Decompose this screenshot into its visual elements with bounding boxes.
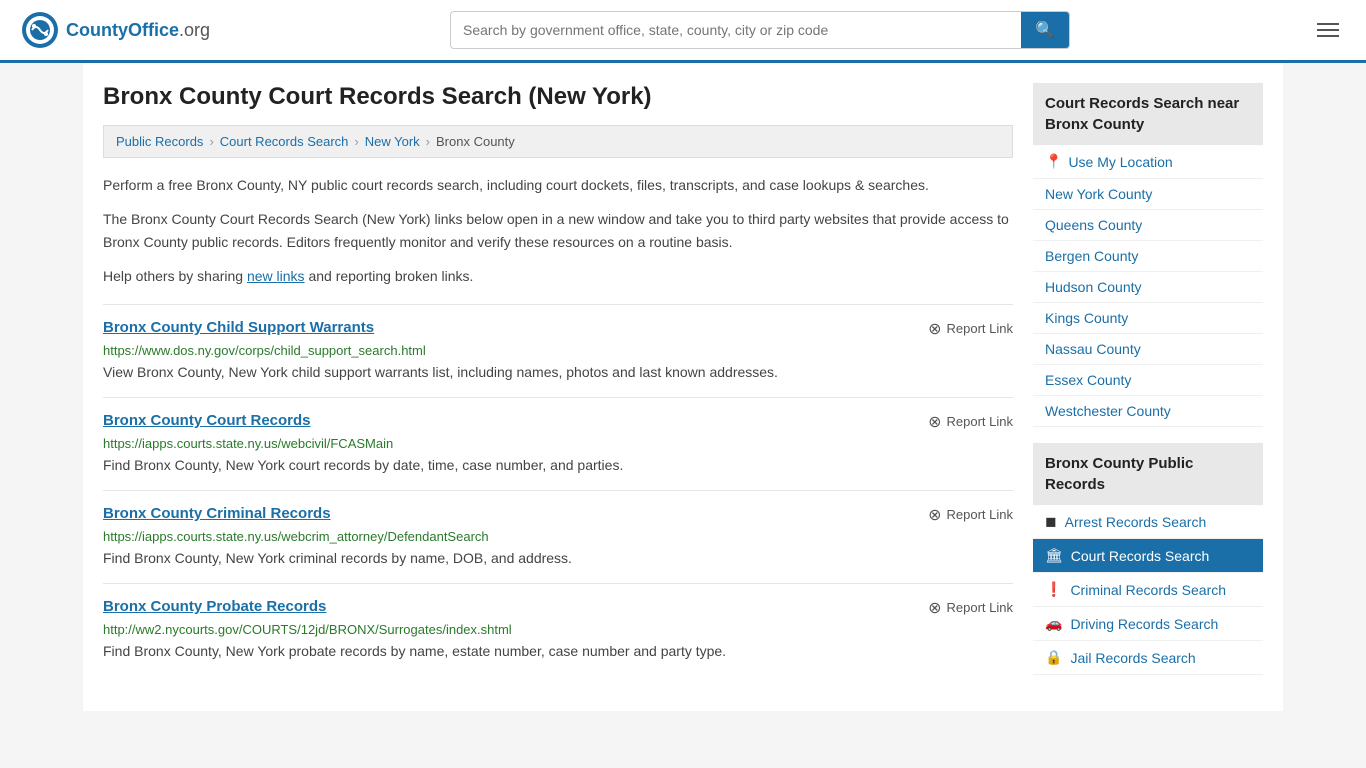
pub-rec-item-0[interactable]: ◼ Arrest Records Search	[1033, 505, 1263, 539]
record-title-3[interactable]: Bronx County Probate Records	[103, 598, 326, 615]
nearby-county-link-7[interactable]: Westchester County	[1045, 403, 1171, 419]
breadcrumb-court-records-search[interactable]: Court Records Search	[220, 134, 349, 149]
breadcrumb-bronx-county: Bronx County	[436, 134, 515, 149]
public-records-section: Bronx County Public Records ◼ Arrest Rec…	[1033, 443, 1263, 675]
public-records-header: Bronx County Public Records	[1033, 443, 1263, 505]
report-link-btn-0[interactable]: ⊗ Report Link	[928, 319, 1013, 339]
report-icon-2: ⊗	[928, 505, 941, 525]
new-links-link[interactable]: new links	[247, 268, 305, 284]
record-description-1: Find Bronx County, New York court record…	[103, 455, 1013, 476]
public-records-list: ◼ Arrest Records Search 🏛 Court Records …	[1033, 505, 1263, 675]
logo-area[interactable]: CountyOffice.org	[20, 10, 210, 50]
content: Bronx County Court Records Search (New Y…	[103, 83, 1013, 691]
nearby-county-item-2: Bergen County	[1033, 241, 1263, 272]
search-input[interactable]	[451, 14, 1021, 46]
pub-rec-icon-4: 🔒	[1045, 649, 1062, 666]
record-description-3: Find Bronx County, New York probate reco…	[103, 641, 1013, 662]
pub-rec-item-2[interactable]: ❗ Criminal Records Search	[1033, 573, 1263, 607]
record-url-1[interactable]: https://iapps.courts.state.ny.us/webcivi…	[103, 436, 1013, 451]
report-icon-3: ⊗	[928, 598, 941, 618]
report-link-btn-2[interactable]: ⊗ Report Link	[928, 505, 1013, 525]
pub-rec-icon-2: ❗	[1045, 581, 1062, 598]
use-location-item[interactable]: 📍 Use My Location	[1033, 145, 1263, 179]
report-link-btn-1[interactable]: ⊗ Report Link	[928, 412, 1013, 432]
report-link-btn-3[interactable]: ⊗ Report Link	[928, 598, 1013, 618]
nearby-county-link-4[interactable]: Kings County	[1045, 310, 1128, 326]
nearby-county-item-0: New York County	[1033, 179, 1263, 210]
pub-rec-icon-0: ◼	[1045, 513, 1057, 530]
nearby-section: Court Records Search near Bronx County 📍…	[1033, 83, 1263, 427]
nearby-county-item-7: Westchester County	[1033, 396, 1263, 427]
search-button[interactable]: 🔍	[1021, 12, 1069, 48]
use-my-location-link[interactable]: Use My Location	[1068, 154, 1172, 170]
pub-rec-item-1[interactable]: 🏛 Court Records Search	[1033, 539, 1263, 573]
nearby-county-item-4: Kings County	[1033, 303, 1263, 334]
record-description-0: View Bronx County, New York child suppor…	[103, 362, 1013, 383]
record-title-1[interactable]: Bronx County Court Records	[103, 412, 311, 429]
logo-text: CountyOffice.org	[66, 20, 210, 41]
pub-rec-link-4[interactable]: Jail Records Search	[1070, 650, 1195, 666]
report-icon-1: ⊗	[928, 412, 941, 432]
page-title: Bronx County Court Records Search (New Y…	[103, 83, 1013, 111]
record-entry-0: Bronx County Child Support Warrants ⊗ Re…	[103, 304, 1013, 397]
pub-rec-link-1[interactable]: Court Records Search	[1071, 548, 1210, 564]
nearby-county-link-5[interactable]: Nassau County	[1045, 341, 1141, 357]
sidebar: Court Records Search near Bronx County 📍…	[1033, 83, 1263, 691]
pub-rec-link-0[interactable]: Arrest Records Search	[1065, 514, 1207, 530]
description-1: Perform a free Bronx County, NY public c…	[103, 174, 1013, 196]
header: CountyOffice.org 🔍	[0, 0, 1366, 63]
menu-button[interactable]	[1310, 19, 1346, 41]
record-description-2: Find Bronx County, New York criminal rec…	[103, 548, 1013, 569]
breadcrumb-new-york[interactable]: New York	[365, 134, 420, 149]
record-url-0[interactable]: https://www.dos.ny.gov/corps/child_suppo…	[103, 343, 1013, 358]
nearby-county-link-0[interactable]: New York County	[1045, 186, 1152, 202]
record-entry-1: Bronx County Court Records ⊗ Report Link…	[103, 397, 1013, 490]
records-list: Bronx County Child Support Warrants ⊗ Re…	[103, 304, 1013, 676]
nearby-county-link-3[interactable]: Hudson County	[1045, 279, 1142, 295]
nearby-header: Court Records Search near Bronx County	[1033, 83, 1263, 145]
description-3: Help others by sharing new links and rep…	[103, 265, 1013, 287]
record-entry-3: Bronx County Probate Records ⊗ Report Li…	[103, 583, 1013, 676]
record-title-0[interactable]: Bronx County Child Support Warrants	[103, 319, 374, 336]
nearby-county-link-1[interactable]: Queens County	[1045, 217, 1142, 233]
pub-rec-item-4[interactable]: 🔒 Jail Records Search	[1033, 641, 1263, 675]
pub-rec-icon-3: 🚗	[1045, 615, 1062, 632]
nearby-county-item-1: Queens County	[1033, 210, 1263, 241]
pub-rec-icon-1: 🏛	[1045, 547, 1063, 564]
record-entry-2: Bronx County Criminal Records ⊗ Report L…	[103, 490, 1013, 583]
logo-icon	[20, 10, 60, 50]
breadcrumb: Public Records › Court Records Search › …	[103, 125, 1013, 158]
location-pin-icon: 📍	[1045, 153, 1062, 170]
pub-rec-link-3[interactable]: Driving Records Search	[1070, 616, 1218, 632]
pub-rec-item-3[interactable]: 🚗 Driving Records Search	[1033, 607, 1263, 641]
nearby-county-item-6: Essex County	[1033, 365, 1263, 396]
record-url-3[interactable]: http://ww2.nycourts.gov/COURTS/12jd/BRON…	[103, 622, 1013, 637]
pub-rec-link-2[interactable]: Criminal Records Search	[1070, 582, 1226, 598]
description-2: The Bronx County Court Records Search (N…	[103, 208, 1013, 253]
breadcrumb-public-records[interactable]: Public Records	[116, 134, 203, 149]
nearby-counties-list: New York County Queens County Bergen Count…	[1033, 179, 1263, 427]
search-bar: 🔍	[450, 11, 1070, 49]
report-icon-0: ⊗	[928, 319, 941, 339]
record-url-2[interactable]: https://iapps.courts.state.ny.us/webcrim…	[103, 529, 1013, 544]
nearby-county-link-6[interactable]: Essex County	[1045, 372, 1131, 388]
nearby-county-item-5: Nassau County	[1033, 334, 1263, 365]
record-title-2[interactable]: Bronx County Criminal Records	[103, 505, 331, 522]
nearby-county-item-3: Hudson County	[1033, 272, 1263, 303]
main-container: Bronx County Court Records Search (New Y…	[83, 63, 1283, 711]
nearby-county-link-2[interactable]: Bergen County	[1045, 248, 1138, 264]
